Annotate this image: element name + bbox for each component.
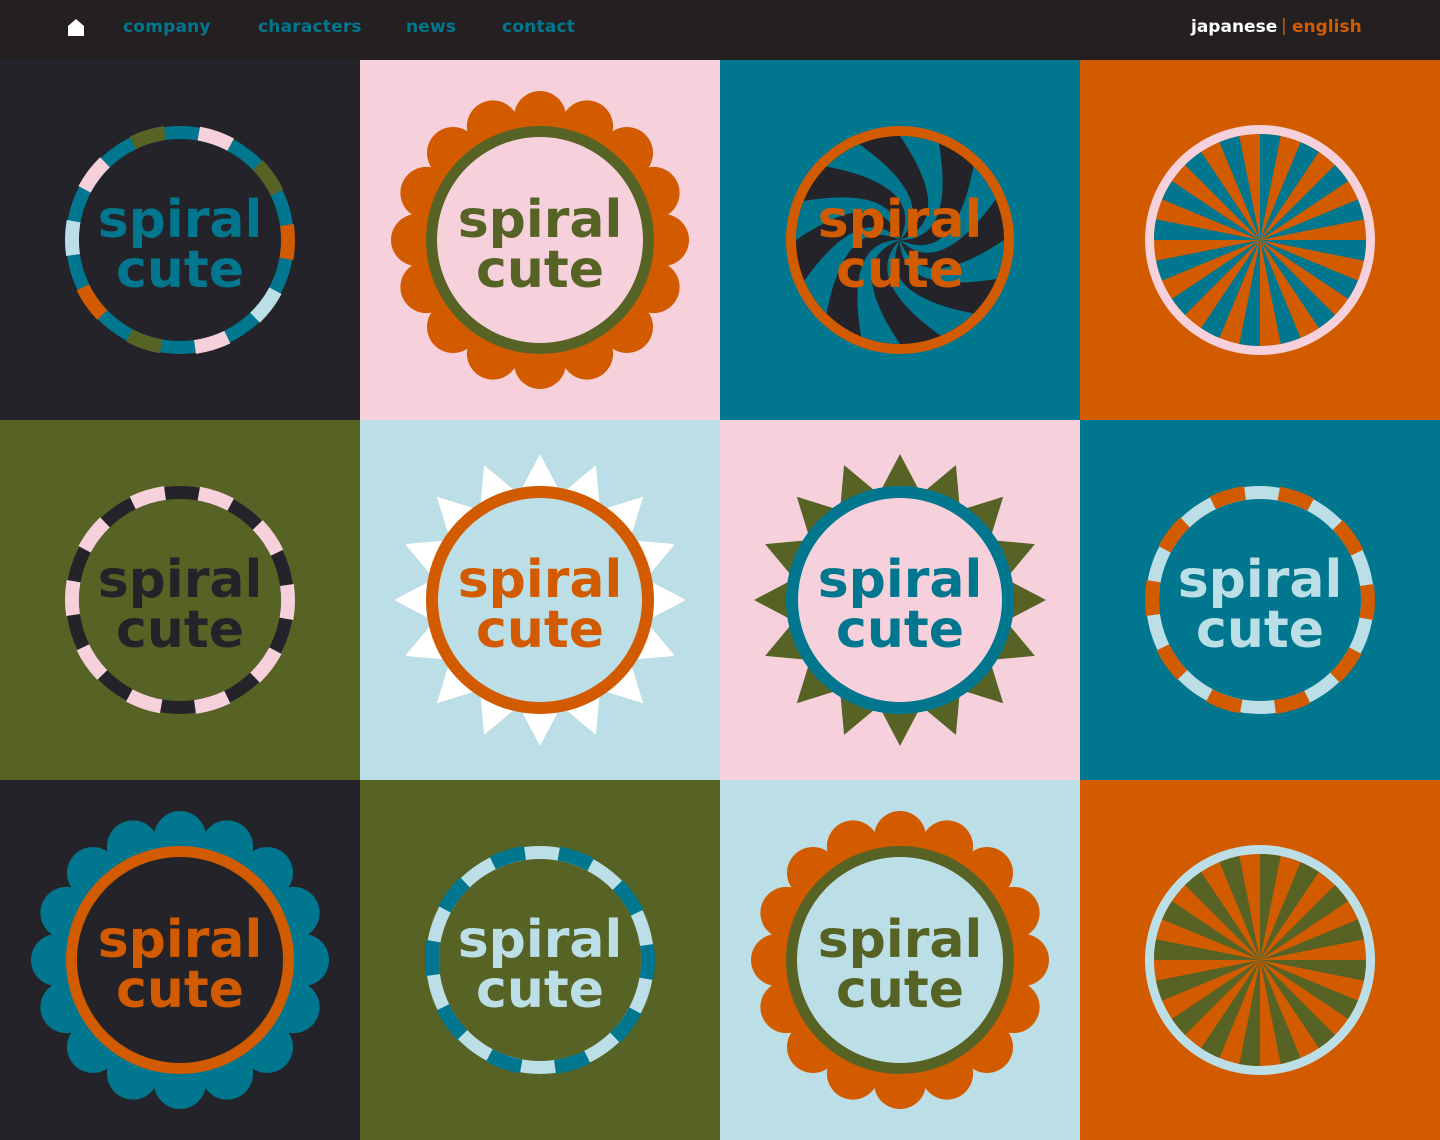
- character-tile[interactable]: spiral cute: [0, 60, 360, 420]
- tile-logo: spiralcute: [1145, 486, 1375, 714]
- nav-news[interactable]: news: [406, 17, 456, 37]
- lang-japanese[interactable]: japanese: [1191, 17, 1277, 37]
- ring-stripe: [639, 944, 655, 980]
- tile-logo: spiralcute: [394, 454, 686, 746]
- character-tile[interactable]: spiral cute: [360, 420, 720, 780]
- logo-word-cute: cute: [116, 240, 244, 300]
- logo-word-cute: cute: [476, 600, 604, 660]
- ring-stripe: [65, 220, 81, 256]
- tile-logo: spiralcute: [786, 126, 1014, 354]
- character-tile[interactable]: spiral cute: [720, 780, 1080, 1140]
- logo-word-cute: cute: [836, 240, 964, 300]
- character-tile[interactable]: [1080, 60, 1440, 420]
- lang-separator: |: [1281, 16, 1287, 36]
- ring-stripe: [425, 940, 441, 976]
- character-tile[interactable]: spiral cute: [0, 420, 360, 780]
- tile-logo: [1145, 845, 1375, 1075]
- tile-logo: [1145, 125, 1375, 355]
- logo-word-cute: cute: [1196, 600, 1324, 660]
- logo-word-cute: cute: [476, 240, 604, 300]
- character-tile[interactable]: spiral cute: [720, 60, 1080, 420]
- logo-word-cute: cute: [836, 600, 964, 660]
- character-tile[interactable]: spiral cute: [1080, 420, 1440, 780]
- top-navbar: company characters news contact japanese…: [0, 0, 1440, 60]
- nav-characters[interactable]: characters: [258, 17, 362, 37]
- logo-word-cute: cute: [836, 960, 964, 1020]
- character-tile[interactable]: spiral cute: [360, 60, 720, 420]
- ring-stripe: [279, 224, 295, 260]
- logo-word-cute: cute: [116, 960, 244, 1020]
- tile-logo: spiralcute: [391, 91, 689, 389]
- lang-english[interactable]: english: [1292, 17, 1362, 37]
- tile-logo: spiralcute: [754, 454, 1046, 746]
- ring-stripe: [1359, 584, 1375, 620]
- home-icon[interactable]: [67, 18, 85, 37]
- logo-word-cute: cute: [116, 600, 244, 660]
- character-tile[interactable]: spiral cute: [0, 780, 360, 1140]
- tile-logo: spiralcute: [425, 846, 655, 1074]
- ring-stripe: [279, 584, 295, 620]
- ring-stripe: [1145, 580, 1161, 616]
- ring-stripe: [65, 580, 81, 616]
- character-tile[interactable]: [1080, 780, 1440, 1140]
- nav-contact[interactable]: contact: [502, 17, 575, 37]
- character-grid: spiral cute spiral cute spiral cute spiral cute…: [0, 60, 1440, 1140]
- character-tile[interactable]: spiral cute: [720, 420, 1080, 780]
- tile-logo: spiralcute: [65, 486, 295, 714]
- tile-logo: spiralcute: [751, 811, 1049, 1109]
- logo-word-cute: cute: [476, 960, 604, 1020]
- nav-company[interactable]: company: [123, 17, 211, 37]
- tile-logo: spiralcute: [31, 811, 329, 1109]
- character-tile[interactable]: spiral cute: [360, 780, 720, 1140]
- tile-logo: spiralcute: [65, 126, 295, 354]
